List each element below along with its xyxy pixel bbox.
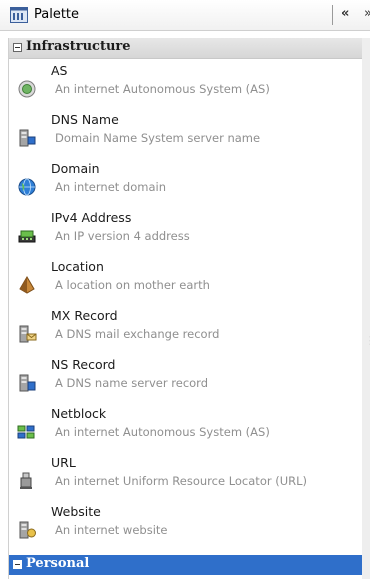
mx-record-icon — [19, 325, 37, 343]
item-description: An internet Autonomous System (AS) — [55, 425, 270, 439]
item-name: Location — [51, 259, 104, 274]
collapse-toggle-icon[interactable] — [13, 43, 22, 52]
category-label: Infrastructure — [26, 39, 131, 54]
dns-name-icon — [19, 129, 36, 147]
item-name: DNS Name — [51, 112, 119, 127]
item-name: Netblock — [51, 406, 107, 421]
item-description: An internet Autonomous System (AS) — [55, 82, 270, 96]
item-description: A DNS mail exchange record — [55, 327, 220, 341]
item-description: Domain Name System server name — [55, 131, 261, 145]
palette-titlebar: Palette « » — [0, 0, 370, 31]
category-personal[interactable]: Personal — [9, 555, 362, 575]
palette-icon — [10, 7, 28, 23]
item-description: A DNS name server record — [55, 376, 208, 390]
palette-item-as[interactable]: AS An internet Autonomous System (AS) — [9, 62, 362, 111]
url-icon — [20, 472, 32, 489]
palette-item-location[interactable]: Location A location on mother earth — [9, 258, 362, 307]
item-name: IPv4 Address — [51, 210, 132, 225]
item-description: An internet Uniform Resource Locator (UR… — [55, 474, 308, 488]
netblock-icon — [17, 425, 35, 439]
palette-item-ipv4-address[interactable]: IPv4 Address An IP version 4 address — [9, 209, 362, 258]
item-description: An IP version 4 address — [55, 229, 190, 243]
palette-item-url[interactable]: URL An internet Uniform Resource Locator… — [9, 454, 362, 503]
item-description: An internet domain — [55, 180, 167, 194]
palette-item-mx-record[interactable]: MX Record A DNS mail exchange record — [9, 307, 362, 356]
as-icon — [18, 80, 36, 98]
collapse-panel-button[interactable]: « — [341, 6, 349, 21]
item-name: NS Record — [51, 357, 116, 372]
item-name: URL — [51, 455, 76, 470]
item-name: Domain — [51, 161, 100, 176]
palette-item-domain[interactable]: Domain An internet domain — [9, 160, 362, 209]
collapse-toggle-icon[interactable] — [13, 560, 22, 569]
adjacent-panel-edge: ⋮ — [362, 38, 370, 579]
category-infrastructure[interactable]: Infrastructure — [9, 38, 362, 59]
item-description: A location on mother earth — [55, 278, 210, 292]
palette-item-ns-record[interactable]: NS Record A DNS name server record — [9, 356, 362, 405]
palette-title: Palette — [34, 7, 80, 22]
item-description: An internet website — [55, 523, 168, 537]
resize-grip-icon[interactable]: ⋮ — [365, 334, 370, 347]
palette-item-netblock[interactable]: Netblock An internet Autonomous System (… — [9, 405, 362, 454]
titlebar-divider — [332, 5, 333, 25]
palette-item-website[interactable]: Website An internet website — [9, 503, 362, 552]
ipv4-address-icon — [18, 230, 36, 243]
domain-icon — [18, 178, 36, 196]
item-name: AS — [51, 63, 68, 78]
website-icon — [19, 521, 36, 539]
palette-panel: Infrastructure AS An internet Autonomous… — [8, 38, 363, 579]
category-label: Personal — [26, 556, 90, 571]
location-icon — [19, 276, 35, 294]
item-name: Website — [51, 504, 101, 519]
palette-item-dns-name[interactable]: DNS Name Domain Name System server name — [9, 111, 362, 160]
ns-record-icon — [19, 374, 36, 392]
next-panel-button[interactable]: » — [364, 6, 370, 21]
item-name: MX Record — [51, 308, 118, 323]
